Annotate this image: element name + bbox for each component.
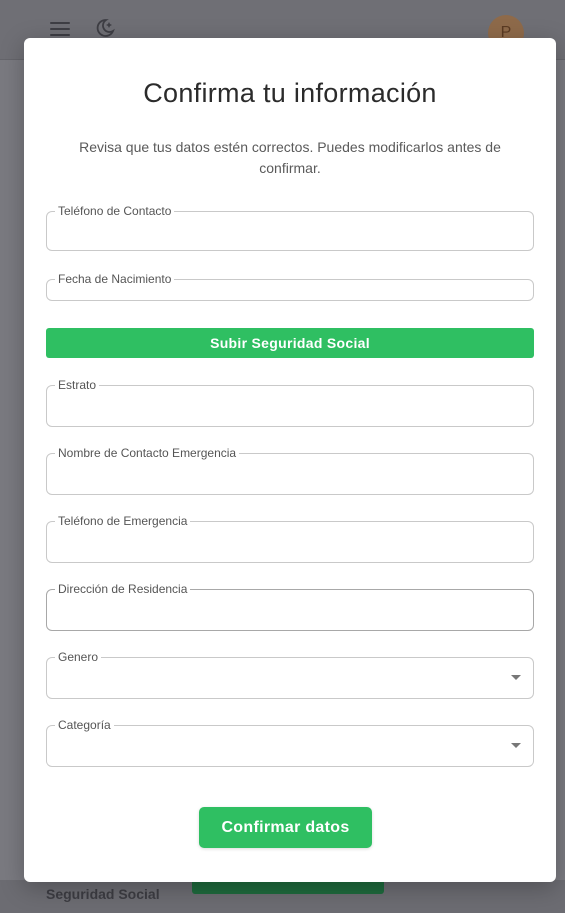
estrato-field[interactable]: Estrato: [46, 377, 534, 427]
telefono-contacto-label: Teléfono de Contacto: [55, 203, 175, 219]
telefono-contacto-field[interactable]: Teléfono de Contacto: [46, 203, 534, 251]
background-footer-text: Seguridad Social: [46, 886, 160, 902]
nombre-emergencia-label: Nombre de Contacto Emergencia: [55, 445, 240, 461]
confirm-data-button[interactable]: Confirmar datos: [199, 807, 372, 848]
telefono-emergencia-label: Teléfono de Emergencia: [55, 513, 191, 529]
dropdown-arrow-icon: [511, 675, 521, 680]
direccion-field[interactable]: Dirección de Residencia: [46, 581, 534, 631]
background-footer-bar: [192, 880, 384, 894]
background-footer: Seguridad Social: [0, 880, 565, 913]
genero-label: Genero: [55, 649, 102, 665]
hamburger-menu-icon[interactable]: [50, 22, 70, 36]
nombre-emergencia-field[interactable]: Nombre de Contacto Emergencia: [46, 445, 534, 495]
upload-social-security-button[interactable]: Subir Seguridad Social: [46, 328, 534, 358]
fecha-nacimiento-field[interactable]: Fecha de Nacimiento: [46, 271, 534, 301]
direccion-label: Dirección de Residencia: [55, 581, 191, 597]
categoria-select[interactable]: Categoría: [46, 717, 534, 767]
estrato-label: Estrato: [55, 377, 100, 393]
modal-title: Confirma tu información: [143, 78, 437, 108]
confirm-info-modal: Confirma tu información Revisa que tus d…: [24, 38, 556, 882]
fecha-nacimiento-label: Fecha de Nacimiento: [55, 271, 175, 287]
dropdown-arrow-icon: [511, 743, 521, 748]
genero-select[interactable]: Genero: [46, 649, 534, 699]
categoria-label: Categoría: [55, 717, 114, 733]
modal-description: Revisa que tus datos estén correctos. Pu…: [79, 139, 501, 176]
telefono-emergencia-field[interactable]: Teléfono de Emergencia: [46, 513, 534, 563]
